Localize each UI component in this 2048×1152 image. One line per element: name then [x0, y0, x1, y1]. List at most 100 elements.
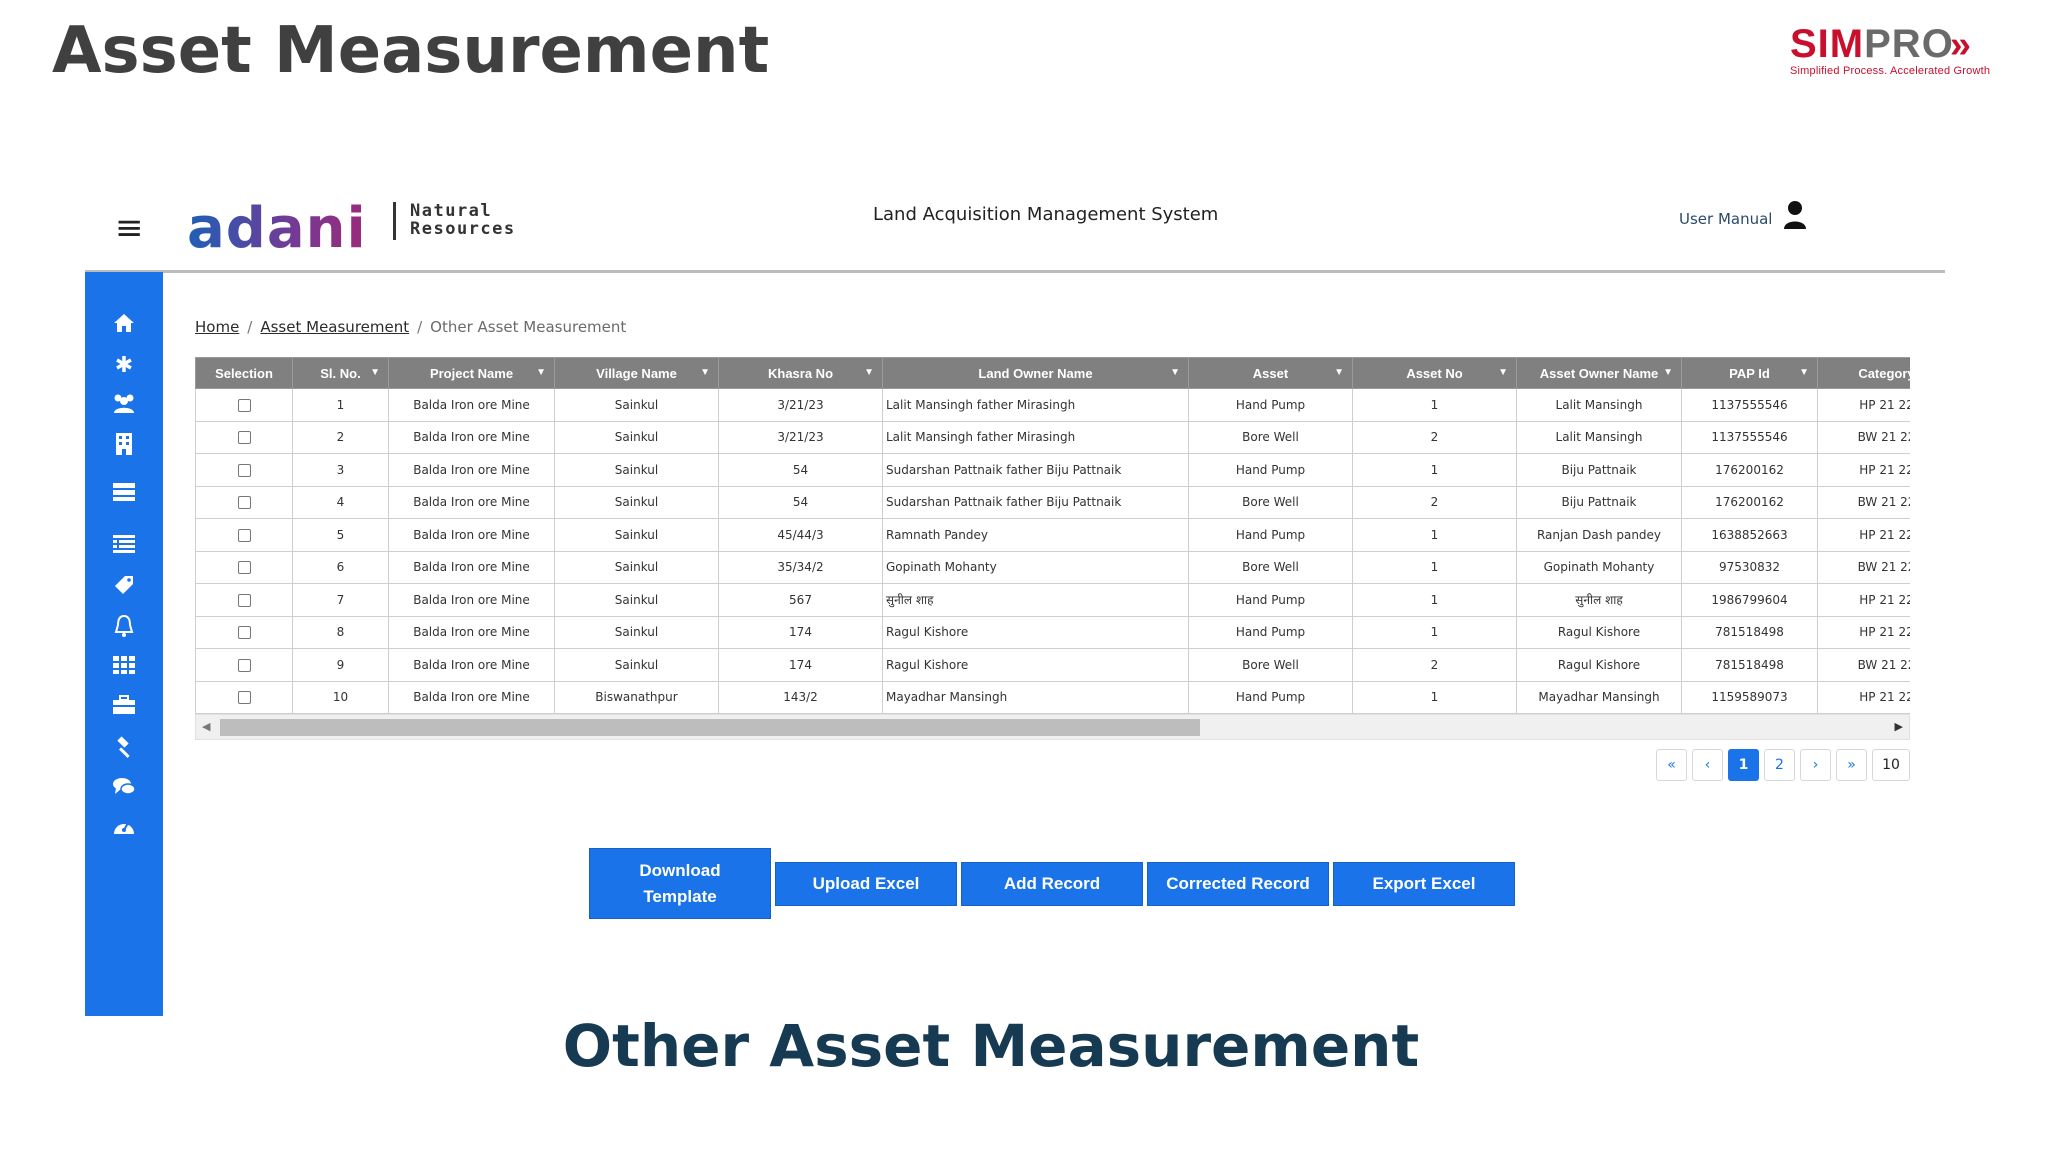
col-sl-no[interactable]: Sl. No. ▼ — [292, 357, 389, 389]
cell-khasra-no: 174 — [718, 648, 883, 682]
col-asset[interactable]: Asset ▼ — [1188, 357, 1353, 389]
row-checkbox[interactable] — [237, 496, 251, 510]
table-header-row: Selection Sl. No. ▼ Project Name ▼ Village… — [195, 357, 1910, 389]
resources-label: Resources — [410, 219, 516, 239]
filter-icon[interactable]: ▼ — [1334, 367, 1344, 378]
cell-pap-id: 1638852663 — [1681, 518, 1818, 552]
page-2-button[interactable]: 2 — [1764, 749, 1795, 781]
gavel-icon[interactable] — [109, 736, 139, 764]
row-checkbox[interactable] — [237, 398, 251, 412]
horizontal-scrollbar[interactable]: ◀ ▶ — [195, 714, 1910, 740]
cell-selection — [195, 615, 293, 649]
hamburger-icon[interactable]: ≡ — [115, 208, 144, 248]
cell-project-name: Balda Iron ore Mine — [388, 615, 555, 649]
server-icon[interactable] — [109, 482, 139, 510]
add-record-button[interactable]: Add Record — [961, 862, 1143, 906]
filter-icon[interactable]: ▼ — [536, 367, 546, 378]
header-label: Selection — [215, 365, 273, 381]
table-row[interactable]: 4 Balda Iron ore Mine Sainkul 54 Sudarshan P… — [195, 485, 1910, 519]
cell-category: BW 21 22 — [1817, 485, 1910, 519]
building-icon[interactable] — [109, 432, 139, 460]
list-icon[interactable] — [109, 534, 139, 562]
row-checkbox[interactable] — [237, 463, 251, 477]
briefcase-icon[interactable] — [109, 695, 139, 723]
table-row[interactable]: 9 Balda Iron ore Mine Sainkul 174 Ragul Kish… — [195, 648, 1910, 682]
cell-project-name: Balda Iron ore Mine — [388, 680, 555, 714]
table-row[interactable]: 6 Balda Iron ore Mine Sainkul 35/34/2 Gopina… — [195, 550, 1910, 584]
col-selection[interactable]: Selection — [195, 357, 293, 389]
row-checkbox[interactable] — [237, 626, 251, 640]
filter-icon[interactable]: ▼ — [1498, 367, 1508, 378]
page-size-select[interactable]: 10 — [1872, 749, 1910, 781]
col-project-name[interactable]: Project Name ▼ — [388, 357, 555, 389]
filter-icon[interactable]: ▼ — [700, 367, 710, 378]
row-checkbox[interactable] — [237, 561, 251, 575]
user-icon[interactable] — [1783, 200, 1807, 230]
cell-project-name: Balda Iron ore Mine — [388, 648, 555, 682]
table-row[interactable]: 5 Balda Iron ore Mine Sainkul 45/44/3 Ramnat… — [195, 518, 1910, 552]
filter-icon[interactable]: ▼ — [1663, 367, 1673, 378]
prev-page-button[interactable]: ‹ — [1692, 749, 1723, 781]
header-label: Category — [1858, 365, 1910, 381]
cell-village-name: Sainkul — [554, 388, 719, 422]
cell-village-name: Sainkul — [554, 420, 719, 454]
table-row[interactable]: 10 Balda Iron ore Mine Biswanathpur 143/2 Ma… — [195, 680, 1910, 714]
corrected-record-button[interactable]: Corrected Record — [1147, 862, 1329, 906]
scrollbar-thumb[interactable] — [220, 719, 1200, 736]
table-row[interactable]: 8 Balda Iron ore Mine Sainkul 174 Ragul Kish… — [195, 615, 1910, 649]
comments-icon[interactable] — [109, 776, 139, 804]
col-village-name[interactable]: Village Name ▼ — [554, 357, 719, 389]
user-manual-link[interactable]: User Manual — [1679, 210, 1772, 228]
row-checkbox[interactable] — [237, 658, 251, 672]
row-checkbox[interactable] — [237, 593, 251, 607]
cell-asset-no: 2 — [1352, 648, 1517, 682]
breadcrumb-asset-measurement[interactable]: Asset Measurement — [260, 318, 409, 336]
first-page-button[interactable]: « — [1656, 749, 1687, 781]
filter-icon[interactable]: ▼ — [1799, 367, 1809, 378]
cell-land-owner-name: Ragul Kishore — [882, 648, 1189, 682]
table-row[interactable]: 3 Balda Iron ore Mine Sainkul 54 Sudarshan P… — [195, 453, 1910, 487]
page-1-button[interactable]: 1 — [1728, 749, 1759, 781]
header-divider — [85, 270, 1945, 273]
home-icon[interactable] — [109, 312, 139, 340]
users-icon[interactable] — [109, 392, 139, 420]
table-row[interactable]: 1 Balda Iron ore Mine Sainkul 3/21/23 Lalit … — [195, 388, 1910, 422]
col-land-owner-name[interactable]: Land Owner Name ▼ — [882, 357, 1189, 389]
filter-icon[interactable]: ▼ — [370, 367, 380, 378]
export-excel-button[interactable]: Export Excel — [1333, 862, 1515, 906]
app-title: Land Acquisition Management System — [873, 204, 1219, 225]
cell-land-owner-name: Gopinath Mohanty — [882, 550, 1189, 584]
scroll-right-icon[interactable]: ▶ — [1895, 720, 1903, 733]
header-label: Asset Owner Name — [1539, 365, 1659, 381]
tag-icon[interactable] — [109, 574, 139, 602]
cell-village-name: Sainkul — [554, 648, 719, 682]
row-checkbox[interactable] — [237, 528, 251, 542]
cell-category: HP 21 22 — [1817, 388, 1910, 422]
row-checkbox[interactable] — [237, 431, 251, 445]
upload-excel-button[interactable]: Upload Excel — [775, 862, 957, 906]
row-checkbox[interactable] — [237, 691, 251, 705]
filter-icon[interactable]: ▼ — [864, 367, 874, 378]
scroll-left-icon[interactable]: ◀ — [202, 720, 210, 733]
col-pap-id[interactable]: PAP Id ▼ — [1681, 357, 1818, 389]
cell-asset-owner-name: Biju Pattnaik — [1516, 453, 1682, 487]
download-template-button[interactable]: Download Template — [589, 848, 771, 919]
cell-asset: Hand Pump — [1188, 680, 1353, 714]
asterisk-icon[interactable]: ✱ — [109, 352, 139, 380]
dashboard-icon[interactable] — [109, 816, 139, 844]
col-asset-owner-name[interactable]: Asset Owner Name ▼ — [1516, 357, 1682, 389]
table-row[interactable]: 2 Balda Iron ore Mine Sainkul 3/21/23 Lalit … — [195, 420, 1910, 454]
breadcrumb-home[interactable]: Home — [195, 318, 239, 336]
cell-asset-owner-name: सुनील शाह — [1516, 583, 1682, 617]
simpro-wordmark: SIMPRO» — [1790, 22, 2020, 67]
filter-icon[interactable]: ▼ — [1170, 367, 1180, 378]
col-khasra-no[interactable]: Khasra No ▼ — [718, 357, 883, 389]
last-page-button[interactable]: » — [1836, 749, 1867, 781]
col-category[interactable]: Category — [1817, 357, 1910, 389]
grid-icon[interactable] — [109, 655, 139, 683]
cell-pap-id: 176200162 — [1681, 485, 1818, 519]
col-asset-no[interactable]: Asset No ▼ — [1352, 357, 1517, 389]
next-page-button[interactable]: › — [1800, 749, 1831, 781]
bell-icon[interactable] — [109, 614, 139, 642]
table-row[interactable]: 7 Balda Iron ore Mine Sainkul 567 सुनील शाह H… — [195, 583, 1910, 617]
